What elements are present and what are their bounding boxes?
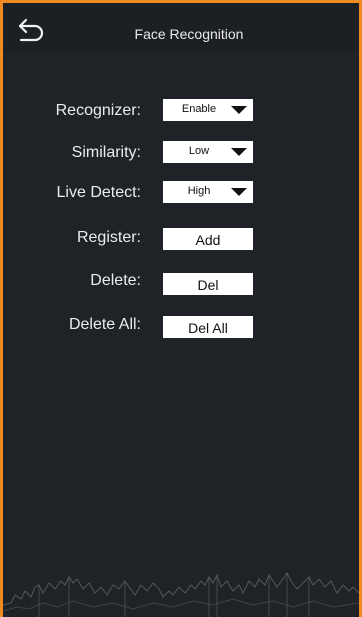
- del-button[interactable]: Del: [163, 273, 253, 295]
- similarity-label: Similarity:: [71, 144, 141, 161]
- caret-down-icon: [231, 148, 247, 156]
- add-button[interactable]: Add: [163, 228, 253, 250]
- recognizer-row: Recognizer: Enable: [3, 99, 359, 125]
- live-detect-row: Live Detect: High: [3, 181, 359, 207]
- del-all-button[interactable]: Del All: [163, 316, 253, 338]
- recognizer-label: Recognizer:: [55, 102, 141, 119]
- caret-down-icon: [231, 106, 247, 114]
- register-row: Register: Add: [3, 228, 359, 254]
- delete-all-row: Delete All: Del All: [3, 316, 359, 342]
- app-frame: Face Recognition Recognizer: Enable Simi…: [0, 0, 362, 617]
- recognizer-select[interactable]: Enable: [163, 99, 253, 121]
- caret-down-icon: [231, 188, 247, 196]
- add-button-label: Add: [195, 232, 221, 248]
- live-detect-select[interactable]: High: [163, 181, 253, 203]
- city-skyline-decoration: [3, 572, 359, 617]
- page-title: Face Recognition: [134, 26, 244, 42]
- live-detect-value: High: [187, 185, 211, 197]
- recognizer-value: Enable: [181, 103, 217, 115]
- del-all-button-label: Del All: [188, 320, 228, 336]
- header-bar: Face Recognition: [3, 3, 359, 51]
- similarity-value: Low: [188, 145, 210, 157]
- similarity-row: Similarity: Low: [3, 141, 359, 167]
- del-button-label: Del: [197, 277, 219, 293]
- register-label: Register:: [76, 229, 141, 246]
- delete-label: Delete:: [90, 272, 141, 289]
- delete-row: Delete: Del: [3, 272, 359, 299]
- live-detect-label: Live Detect:: [56, 184, 141, 201]
- delete-all-label: Delete All:: [68, 316, 141, 333]
- similarity-select[interactable]: Low: [163, 141, 253, 163]
